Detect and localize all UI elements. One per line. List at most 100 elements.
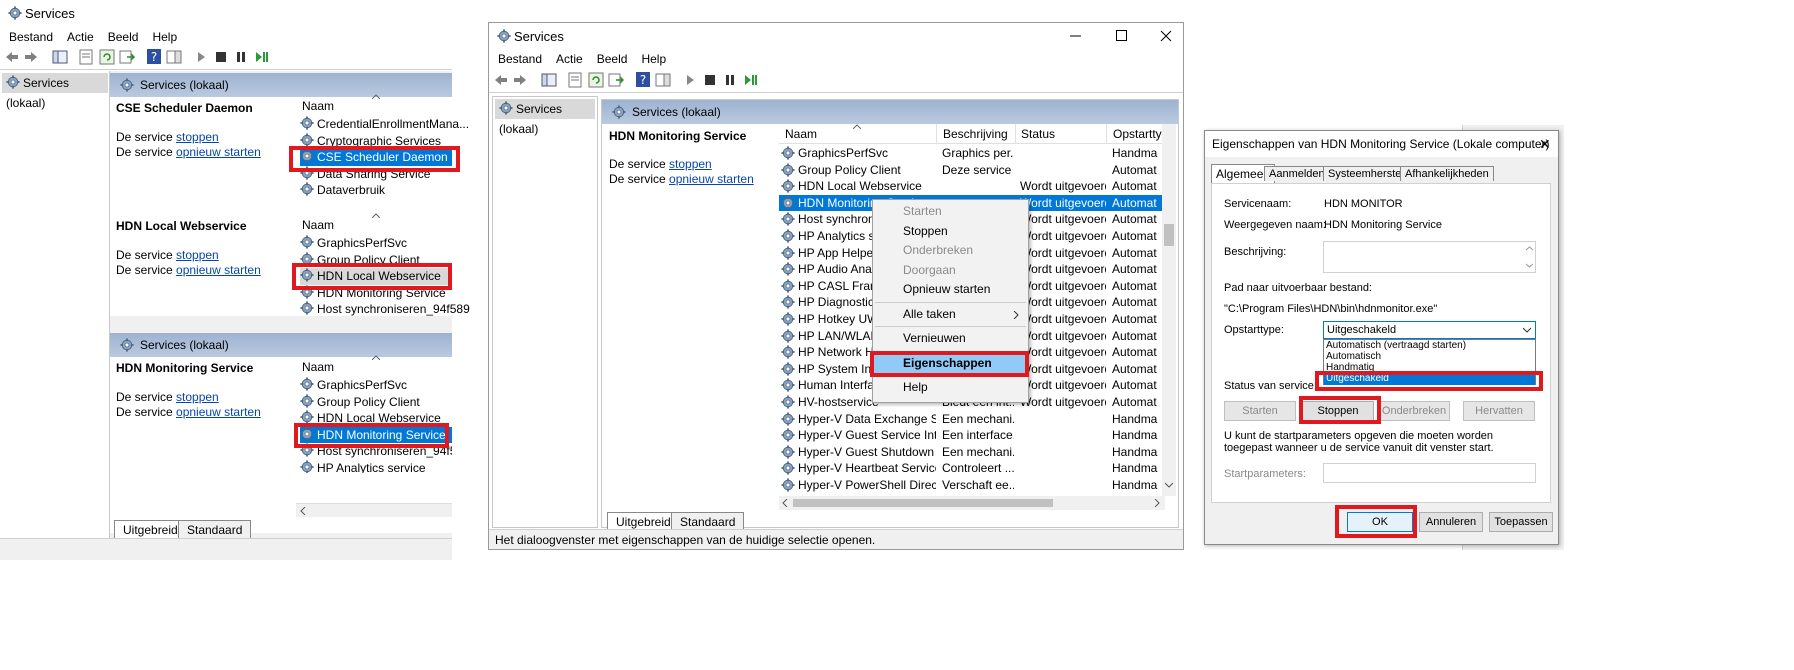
- cancel-button[interactable]: Annuleren: [1419, 512, 1483, 532]
- column-divider[interactable]: [936, 124, 937, 144]
- list-item[interactable]: Group Policy Client: [300, 252, 452, 269]
- menu-item-vernieuwen[interactable]: Vernieuwen: [873, 329, 1028, 349]
- list-item-selected[interactable]: HDN Local Webservice: [300, 268, 452, 285]
- stop-icon[interactable]: [704, 74, 716, 86]
- menu-help[interactable]: Help: [641, 52, 666, 66]
- menu-item-help[interactable]: Help: [873, 378, 1028, 398]
- table-row[interactable]: HDN Local Webservice Wordt uitgevoerd Auto…: [779, 178, 1165, 195]
- restart-service-link[interactable]: opnieuw starten: [669, 172, 754, 186]
- stop-service-link[interactable]: stoppen: [176, 248, 219, 262]
- menu-actie[interactable]: Actie: [67, 30, 94, 44]
- scroll-down-icon[interactable]: [1526, 263, 1533, 268]
- pause-icon[interactable]: [724, 74, 736, 86]
- menu-actie[interactable]: Actie: [556, 52, 583, 66]
- option-automatisch-vertraagd[interactable]: Automatisch (vertraagd starten): [1324, 340, 1535, 351]
- menu-bestand[interactable]: Bestand: [498, 52, 542, 66]
- tab-standaard[interactable]: Standaard: [178, 520, 252, 539]
- column-header-naam[interactable]: Naam: [302, 99, 334, 113]
- tab-aanmelden[interactable]: Aanmelden: [1264, 166, 1330, 181]
- restart-service-link[interactable]: opnieuw starten: [176, 145, 261, 159]
- startup-type-select[interactable]: Uitgeschakeld: [1323, 321, 1536, 339]
- console-tree-icon[interactable]: [541, 72, 557, 88]
- menu-beeld[interactable]: Beeld: [597, 52, 628, 66]
- option-handmatig[interactable]: Handmatig: [1324, 362, 1535, 373]
- console-tree-icon[interactable]: [52, 49, 68, 65]
- menu-item-stoppen[interactable]: Stoppen: [873, 222, 1028, 242]
- restart-icon[interactable]: [743, 73, 759, 87]
- close-icon[interactable]: ✕: [1539, 131, 1551, 157]
- column-header-naam[interactable]: Naam: [302, 218, 334, 232]
- apply-button[interactable]: Toepassen: [1489, 512, 1553, 532]
- list-item[interactable]: Host synchroniseren_94f589: [300, 443, 452, 460]
- list-item[interactable]: Group Policy Client: [300, 394, 452, 411]
- option-uitgeschakeld[interactable]: Uitgeschakeld: [1324, 373, 1535, 385]
- pause-button[interactable]: Onderbreken: [1378, 401, 1450, 421]
- column-header-beschrijving[interactable]: Beschrijving: [943, 127, 1008, 141]
- menu-item-onderbreken[interactable]: Onderbreken: [873, 241, 1028, 261]
- play-icon[interactable]: [684, 73, 696, 87]
- play-icon[interactable]: [195, 50, 207, 64]
- list-item[interactable]: GraphicsPerfSvc: [300, 377, 452, 394]
- column-divider[interactable]: [1106, 124, 1107, 144]
- scroll-right-icon[interactable]: [1154, 499, 1160, 507]
- list-item[interactable]: GraphicsPerfSvc: [300, 235, 452, 252]
- scroll-thumb[interactable]: [793, 499, 1053, 507]
- tree-item-services-lokaal[interactable]: Services (lokaal): [2, 73, 108, 110]
- list-item[interactable]: Cryptographic Services: [300, 133, 452, 150]
- startup-params-input[interactable]: [1323, 463, 1536, 483]
- tree-item-services-lokaal[interactable]: Services (lokaal): [495, 99, 595, 136]
- table-row[interactable]: Hyper-V Data Exchange Ser... Een mechani.…: [779, 411, 1165, 428]
- scroll-up-icon[interactable]: [1526, 246, 1533, 251]
- start-button[interactable]: Starten: [1224, 401, 1296, 421]
- list-item[interactable]: HDN Monitoring Service: [300, 285, 452, 302]
- table-row[interactable]: Hyper-V Guest Shutdown S... Een mechani..…: [779, 444, 1165, 461]
- stop-service-link[interactable]: stoppen: [669, 157, 712, 171]
- table-row[interactable]: GraphicsPerfSvc Graphics per... Handma: [779, 145, 1165, 162]
- forward-arrow-icon[interactable]: [24, 51, 38, 63]
- ok-button[interactable]: OK: [1347, 512, 1413, 532]
- list-item-selected[interactable]: HDN Monitoring Service: [300, 426, 452, 443]
- menu-item-opnieuw-starten[interactable]: Opnieuw starten: [873, 280, 1028, 300]
- table-row[interactable]: Hyper-V Guest Service Inter... Een interf…: [779, 427, 1165, 444]
- menu-beeld[interactable]: Beeld: [108, 30, 139, 44]
- restart-service-link[interactable]: opnieuw starten: [176, 263, 261, 277]
- help-icon[interactable]: ?: [635, 71, 651, 88]
- scroll-left-icon[interactable]: [300, 507, 306, 515]
- menu-item-doorgaan[interactable]: Doorgaan: [873, 261, 1028, 281]
- column-header-naam[interactable]: Naam: [302, 360, 334, 374]
- restart-service-link[interactable]: opnieuw starten: [176, 405, 261, 419]
- column-header-opstarttype[interactable]: Opstarttyp: [1113, 127, 1165, 141]
- properties-icon[interactable]: [567, 72, 583, 88]
- list-item[interactable]: Dataverbruik: [300, 182, 452, 199]
- refresh-icon[interactable]: [588, 72, 604, 88]
- scroll-left-icon[interactable]: [782, 499, 788, 507]
- back-arrow-icon[interactable]: [5, 51, 19, 63]
- back-arrow-icon[interactable]: [494, 74, 508, 86]
- menu-item-eigenschappen[interactable]: Eigenschappen: [873, 353, 1028, 373]
- column-divider[interactable]: [1015, 124, 1016, 144]
- action-pane-icon[interactable]: [655, 72, 671, 88]
- table-row[interactable]: Hyper-V Heartbeat Service Controleert ...…: [779, 460, 1165, 477]
- description-field[interactable]: [1323, 241, 1536, 273]
- stop-icon[interactable]: [215, 51, 227, 63]
- export-icon[interactable]: [119, 49, 135, 65]
- list-item[interactable]: HDN Local Webservice: [300, 410, 452, 427]
- scroll-thumb[interactable]: [1164, 224, 1174, 246]
- refresh-icon[interactable]: [99, 49, 115, 65]
- vertical-scrollbar[interactable]: [1162, 124, 1176, 496]
- tab-uitgebreid[interactable]: Uitgebreid: [114, 520, 187, 539]
- tab-afhankelijkheden[interactable]: Afhankelijkheden: [1400, 166, 1494, 181]
- list-item[interactable]: Data Sharing Service: [300, 166, 452, 183]
- column-header-status[interactable]: Status: [1021, 127, 1055, 141]
- pause-icon[interactable]: [235, 51, 247, 63]
- stop-service-link[interactable]: stoppen: [176, 390, 219, 404]
- properties-icon[interactable]: [78, 49, 94, 65]
- tab-systeemherstel[interactable]: Systeemherstel: [1323, 166, 1409, 181]
- export-icon[interactable]: [608, 72, 624, 88]
- minimize-icon[interactable]: [1069, 29, 1083, 43]
- stop-button[interactable]: Stoppen: [1302, 401, 1374, 421]
- resume-button[interactable]: Hervatten: [1463, 401, 1535, 421]
- horizontal-scrollbar[interactable]: [779, 496, 1165, 510]
- forward-arrow-icon[interactable]: [513, 74, 527, 86]
- help-icon[interactable]: ?: [146, 48, 162, 65]
